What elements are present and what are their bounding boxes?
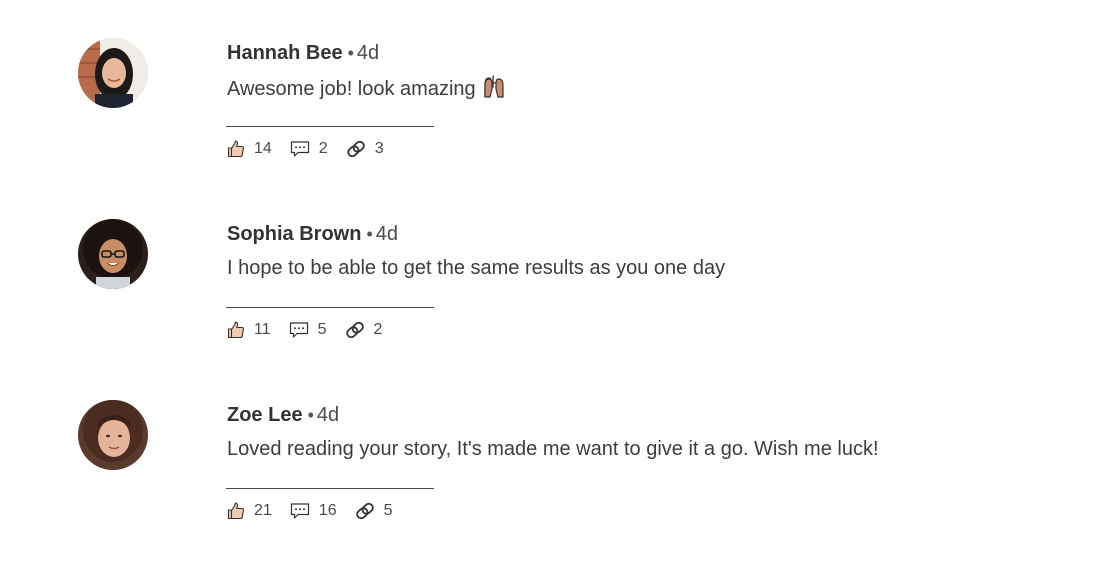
speech-bubble-icon xyxy=(290,503,309,519)
comment-item: Hannah Bee • 4d Awesome job! look amazing … xyxy=(0,0,1101,181)
author-name[interactable]: Hannah Bee xyxy=(227,42,343,64)
comment-actions: 14 2 3 xyxy=(227,138,402,160)
like-button[interactable]: 14 xyxy=(227,140,272,158)
comment-actions: 11 5 2 xyxy=(227,319,400,341)
comment-header: Sophia Brown • 4d xyxy=(227,222,398,246)
avatar-photo xyxy=(78,38,148,108)
comment-item: Zoe Lee • 4d Loved reading your story, It'… xyxy=(0,362,1101,543)
raised-hands-icon xyxy=(482,75,506,99)
share-count: 3 xyxy=(374,140,384,157)
comment-item: Sophia Brown • 4d I hope to be able to get… xyxy=(0,181,1101,362)
timestamp: 4d xyxy=(375,223,399,245)
comment-header: Zoe Lee • 4d xyxy=(227,403,339,427)
timestamp: 4d xyxy=(356,42,380,64)
avatar[interactable] xyxy=(78,219,148,289)
separator-dot: • xyxy=(347,43,354,63)
like-count: 14 xyxy=(254,140,272,157)
avatar-photo xyxy=(78,219,148,289)
link-chain-icon xyxy=(345,321,364,339)
avatar[interactable] xyxy=(78,400,148,470)
reply-count: 16 xyxy=(318,502,337,519)
reply-count: 2 xyxy=(318,140,328,157)
comment-text: I hope to be able to get the same result… xyxy=(227,257,726,279)
thumbs-up-icon xyxy=(227,321,244,339)
reply-button[interactable]: 2 xyxy=(290,140,328,158)
comment-text: Awesome job! look amazing xyxy=(227,78,476,100)
share-button[interactable]: 3 xyxy=(346,140,384,158)
comment-text: Loved reading your story, It's made me w… xyxy=(227,438,879,460)
share-button[interactable]: 2 xyxy=(345,321,383,339)
link-chain-icon xyxy=(355,502,374,520)
timestamp: 4d xyxy=(316,404,340,426)
thumbs-up-icon xyxy=(227,502,244,520)
share-count: 2 xyxy=(373,321,383,338)
separator-dot: • xyxy=(366,224,373,244)
reply-count: 5 xyxy=(317,321,327,338)
share-button[interactable]: 5 xyxy=(355,502,393,520)
author-name[interactable]: Sophia Brown xyxy=(227,223,361,245)
author-name[interactable]: Zoe Lee xyxy=(227,404,303,426)
like-button[interactable]: 21 xyxy=(227,502,272,520)
link-chain-icon xyxy=(346,140,365,158)
comment-actions: 21 16 5 xyxy=(227,500,411,522)
separator-dot: • xyxy=(307,405,314,425)
speech-bubble-icon xyxy=(290,141,309,157)
comment-text-row: Loved reading your story, It's made me w… xyxy=(227,437,879,461)
speech-bubble-icon xyxy=(289,322,308,338)
like-count: 11 xyxy=(254,321,271,338)
comment-text-row: I hope to be able to get the same result… xyxy=(227,256,725,280)
thumbs-up-icon xyxy=(227,140,244,158)
avatar[interactable] xyxy=(78,38,148,108)
divider xyxy=(226,488,434,489)
share-count: 5 xyxy=(383,502,393,519)
divider xyxy=(226,307,434,308)
like-button[interactable]: 11 xyxy=(227,321,271,339)
reply-button[interactable]: 5 xyxy=(289,321,327,339)
divider xyxy=(226,126,434,127)
like-count: 21 xyxy=(254,502,272,519)
avatar-photo xyxy=(78,400,148,470)
reply-button[interactable]: 16 xyxy=(290,502,337,520)
comment-header: Hannah Bee • 4d xyxy=(227,41,379,65)
comment-text-row: Awesome job! look amazing xyxy=(227,75,506,101)
